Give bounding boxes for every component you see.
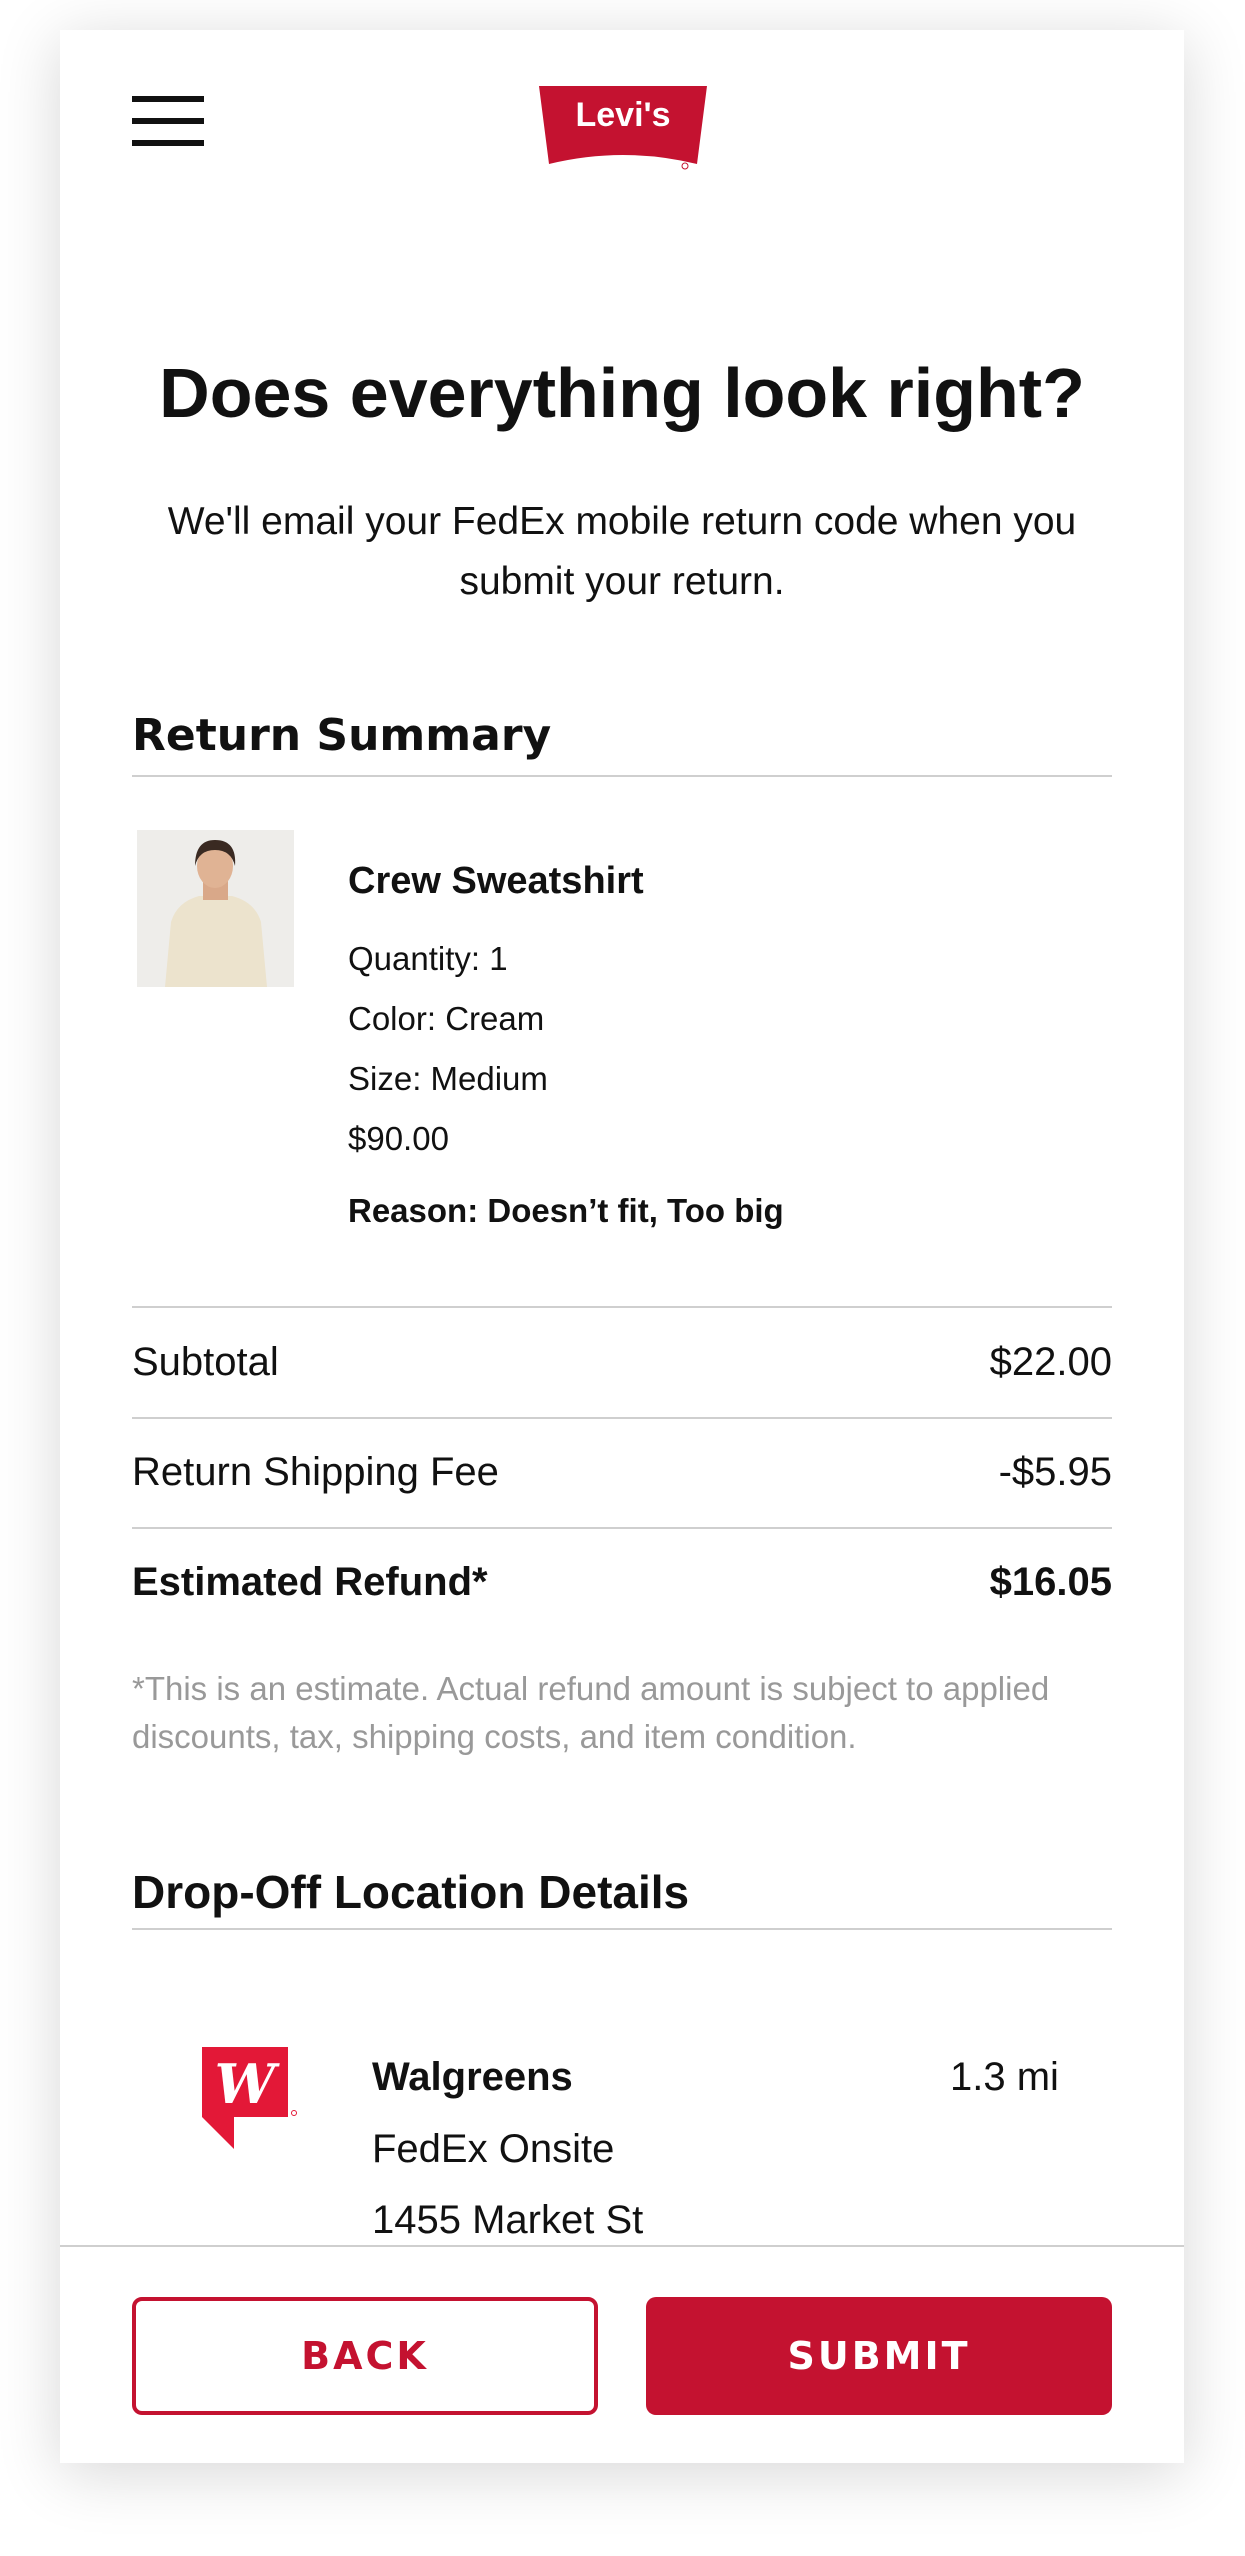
refund-disclaimer: *This is an estimate. Actual refund amou…: [132, 1670, 1050, 1755]
logo-text: Levi's: [575, 96, 671, 134]
divider: [132, 775, 1112, 777]
subtotal-label: Subtotal: [132, 1340, 279, 1384]
shipping-fee-value: -$5.95: [998, 1450, 1112, 1494]
return-summary-heading: Return Summary: [132, 710, 552, 761]
item-quantity: Quantity: 1: [348, 940, 508, 977]
svg-text:W: W: [215, 2052, 281, 2116]
estimated-refund-label: Estimated Refund*: [132, 1560, 488, 1604]
sweatshirt-model-image: [137, 830, 294, 987]
header: Levi's: [60, 30, 1184, 190]
location-address: 1455 Market St: [372, 2198, 644, 2242]
dropoff-heading: Drop-Off Location Details: [132, 1866, 690, 1918]
action-footer: BACK SUBMIT: [60, 2245, 1184, 2463]
item-price: $90.00: [348, 1120, 449, 1157]
item-size: Size: Medium: [348, 1060, 548, 1097]
product-image: [137, 830, 294, 987]
submit-button[interactable]: SUBMIT: [646, 2297, 1112, 2415]
estimated-refund-value: $16.05: [989, 1560, 1112, 1604]
location-name: Walgreens: [372, 2055, 573, 2099]
page-subtitle: We'll email your FedEx mobile return cod…: [167, 500, 1077, 603]
item-color: Color: Cream: [348, 1000, 545, 1037]
levis-logo[interactable]: Levi's: [537, 84, 709, 170]
divider: [132, 1527, 1112, 1529]
shipping-fee-label: Return Shipping Fee: [132, 1450, 499, 1494]
back-button[interactable]: BACK: [132, 2297, 598, 2415]
divider: [132, 1417, 1112, 1419]
return-confirmation-card: Levi's Does everything look right? We'll…: [60, 30, 1184, 2463]
item-reason: Reason: Doesn’t fit, Too big: [348, 1192, 784, 1229]
divider: [132, 1306, 1112, 1308]
subtotal-value: $22.00: [989, 1340, 1112, 1384]
item-name: Crew Sweatshirt: [348, 860, 644, 902]
divider: [132, 1928, 1112, 1930]
walgreens-logo-icon: W: [200, 2045, 300, 2155]
hamburger-menu-icon[interactable]: [132, 96, 204, 148]
page-title: Does everything look right?: [159, 354, 1085, 432]
location-distance: 1.3 mi: [950, 2055, 1059, 2099]
location-type: FedEx Onsite: [372, 2127, 615, 2171]
